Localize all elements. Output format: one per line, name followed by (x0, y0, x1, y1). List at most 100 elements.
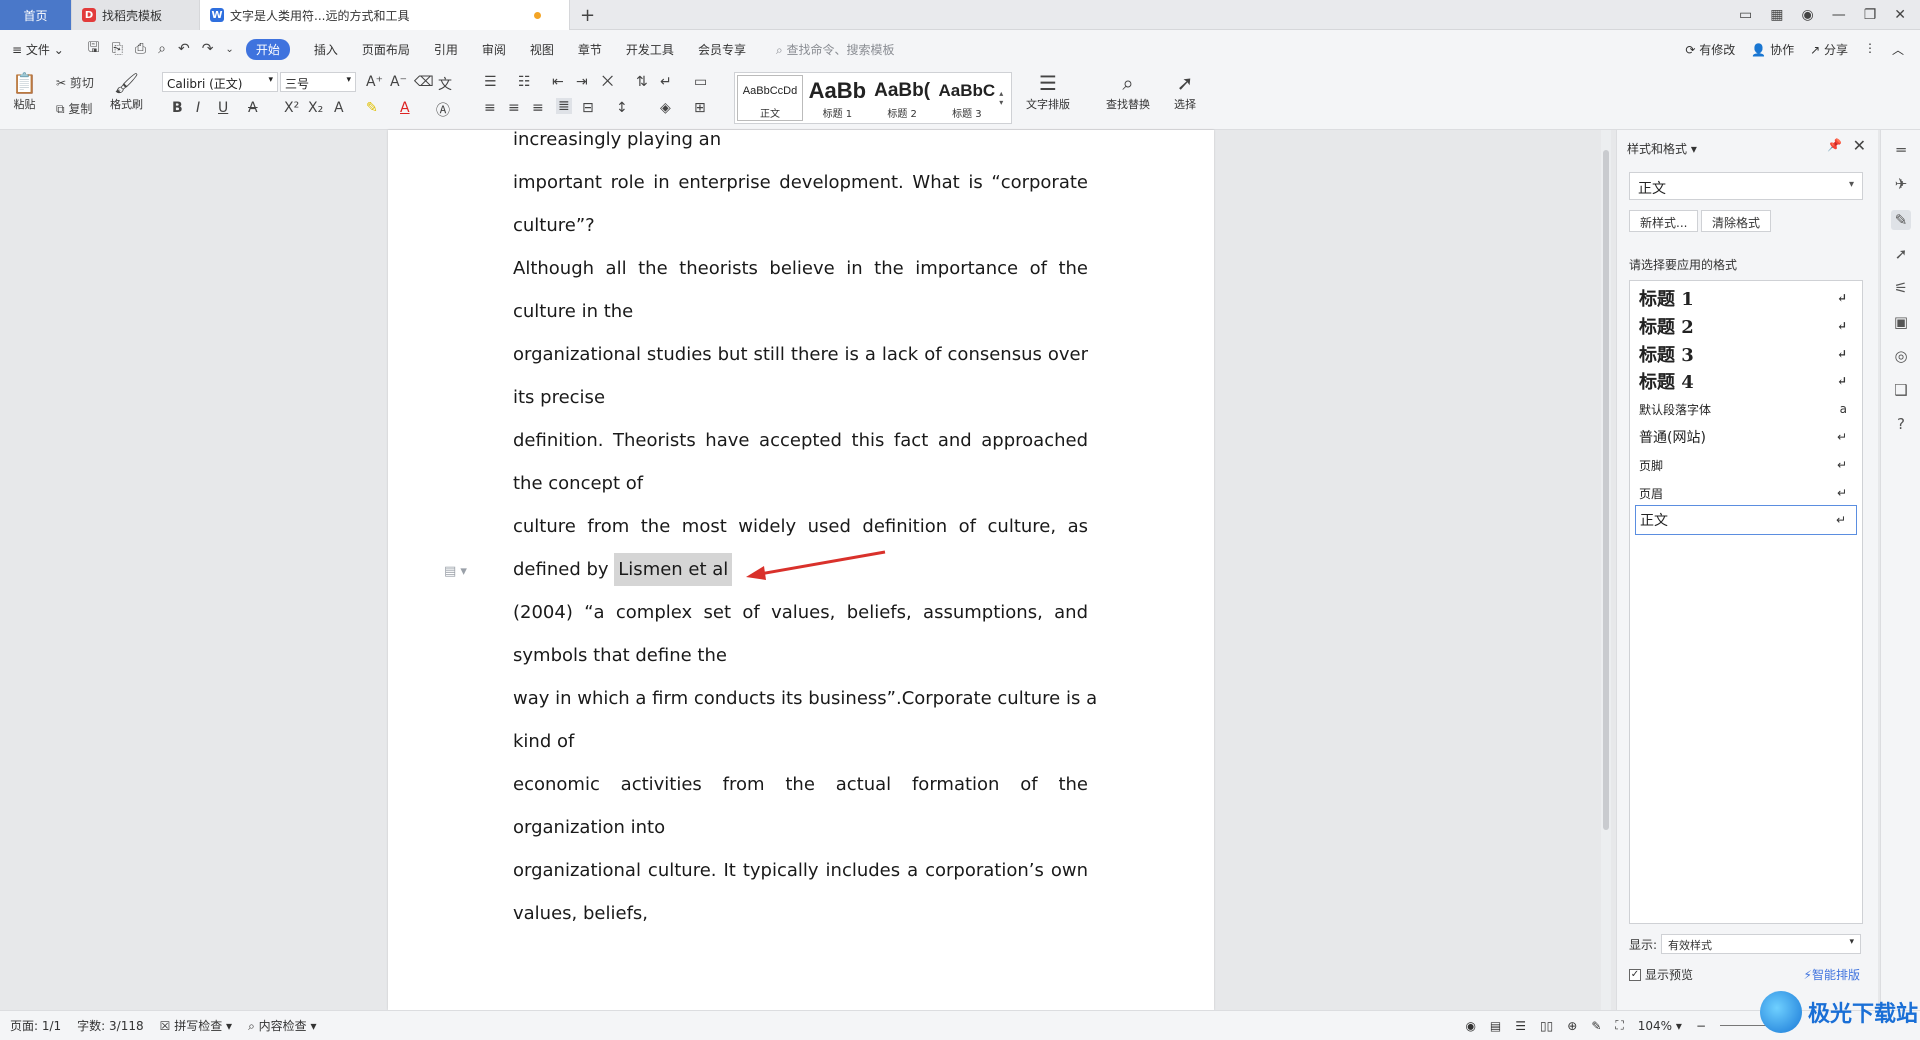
doc-line[interactable]: organization into (513, 806, 1088, 849)
font-name-select[interactable]: Calibri (正文) ▾ (162, 72, 278, 92)
tab-chapter[interactable]: 章节 (578, 41, 602, 58)
save-icon[interactable]: 🖫 (88, 37, 100, 61)
word-count[interactable]: 字数: 3/118 (77, 1017, 143, 1034)
show-filter-select[interactable]: 有效样式 ▾ (1661, 934, 1862, 954)
style-item-footer[interactable]: 页脚 ↵ (1635, 450, 1857, 480)
rocket-icon[interactable]: ✈ (1891, 174, 1911, 194)
tab-references[interactable]: 引用 (434, 41, 458, 58)
help-icon[interactable]: ? (1891, 414, 1911, 434)
doc-line[interactable]: symbols that define the (513, 634, 1088, 677)
tab-view[interactable]: 视图 (530, 41, 554, 58)
read-view-icon[interactable]: ▯▯ (1540, 1019, 1553, 1033)
style-heading-3[interactable]: AaBbC 标题 3 (935, 73, 1000, 123)
char-border-icon[interactable]: Ⓐ (436, 100, 450, 120)
tab-template[interactable]: D 找稻壳模板 (72, 0, 200, 30)
format-painter-button[interactable]: 🖌 格式刷 (110, 70, 143, 112)
doc-line[interactable]: way in which a firm conducts its busines… (513, 677, 1097, 720)
borders-icon[interactable]: ⊞ (694, 100, 706, 116)
file-menu[interactable]: ≡ 文件 ⌄ (12, 41, 64, 58)
content-check-button[interactable]: ⌕ 内容检查 ▾ (248, 1017, 316, 1034)
tab-member[interactable]: 会员专享 (698, 41, 746, 58)
doc-line[interactable]: kind of (513, 720, 1088, 763)
doc-line[interactable]: important role in enterprise development… (513, 161, 1088, 204)
tab-review[interactable]: 审阅 (482, 41, 506, 58)
scrollbar-thumb[interactable] (1603, 150, 1609, 830)
zoom-out-icon[interactable]: − (1696, 1019, 1706, 1033)
eye-protect-icon[interactable]: ◉ (1465, 1019, 1475, 1033)
text-effect-icon[interactable]: A (334, 100, 344, 116)
collaborate-button[interactable]: 👤 协作 (1751, 41, 1794, 58)
modified-button[interactable]: ⟳ 有修改 (1685, 41, 1735, 58)
zoom-level[interactable]: 104% ▾ (1638, 1019, 1682, 1033)
paste-button[interactable]: 📋 粘贴 (12, 70, 37, 112)
show-preview-toggle[interactable]: ✓ 显示预览 (1629, 966, 1693, 983)
vertical-scrollbar[interactable] (1601, 130, 1611, 1010)
style-gallery-scroll[interactable]: ▴ ▾ (999, 73, 1011, 123)
doc-line[interactable]: culture”? (513, 204, 1088, 247)
sliders-icon[interactable]: ⚟ (1891, 278, 1911, 298)
cut-button[interactable]: ✂ 剪切 (56, 74, 94, 91)
command-search[interactable]: ⌕ 查找命令、搜索模板 (776, 41, 895, 58)
new-style-button[interactable]: 新样式... (1629, 210, 1699, 232)
redo-icon[interactable]: ↷ (202, 41, 214, 57)
copy-button[interactable]: ⧉ 复制 (56, 100, 92, 117)
shrink-font-icon[interactable]: A⁻ (390, 74, 407, 90)
undo-icon[interactable]: ↶ (178, 41, 190, 57)
show-marks-icon[interactable]: ↵ (660, 74, 672, 90)
style-item-heading-3[interactable]: 标题 3 ↵ (1635, 339, 1857, 369)
align-center-icon[interactable]: ≡ (508, 100, 520, 116)
numbered-list-icon[interactable]: ☷ (518, 74, 531, 90)
style-item-header[interactable]: 页眉 ↵ (1635, 478, 1857, 508)
chinese-layout-icon[interactable]: ⨉ (602, 74, 613, 90)
minimize-icon[interactable]: — (1832, 7, 1846, 23)
justify-icon[interactable]: ≣ (556, 98, 572, 114)
checkbox-checked-icon[interactable]: ✓ (1629, 968, 1641, 981)
fit-page-icon[interactable]: ⛶ (1615, 1018, 1623, 1033)
pinyin-icon[interactable]: 文 (438, 74, 452, 94)
subscript-icon[interactable]: X₂ (308, 100, 323, 116)
tab-insert[interactable]: 插入 (314, 41, 338, 58)
print-icon[interactable]: ⎙ (135, 41, 146, 57)
write-mode-icon[interactable]: ✎ (1591, 1019, 1601, 1033)
tab-page-layout[interactable]: 页面布局 (362, 41, 410, 58)
customize-icon[interactable]: ⌄ (225, 44, 233, 55)
style-item-normal[interactable]: 正文 ↵ (1635, 505, 1857, 535)
book-icon[interactable]: ❑ (1891, 380, 1911, 400)
share-button[interactable]: ↗ 分享 (1810, 41, 1848, 58)
bold-icon[interactable]: B (172, 100, 183, 116)
text-layout-button[interactable]: ☰ 文字排版 (1026, 70, 1070, 112)
paragraph-handle-icon[interactable]: ▤ ▾ (444, 564, 467, 579)
style-item-heading-2[interactable]: 标题 2 ↵ (1635, 311, 1857, 341)
select-button[interactable]: ➚ 选择 (1174, 70, 1196, 112)
underline-icon[interactable]: U (218, 100, 228, 116)
more-icon[interactable]: ⋮ (1864, 41, 1876, 58)
close-icon[interactable]: ✕ (1853, 136, 1866, 155)
tab-developer[interactable]: 开发工具 (626, 41, 674, 58)
tab-document[interactable]: W 文字是人类用符...远的方式和工具 (200, 0, 570, 30)
restore-icon[interactable]: ❐ (1864, 7, 1877, 23)
doc-line[interactable]: definition. Theorists have accepted this… (513, 419, 1088, 462)
collapse-rail-icon[interactable]: ═ (1891, 140, 1911, 160)
bullet-list-icon[interactable]: ☰ (484, 74, 497, 90)
line-spacing-icon[interactable]: ↕ (616, 100, 628, 116)
image-tool-icon[interactable]: ▣ (1891, 312, 1911, 332)
table-tools-icon[interactable]: ▭ (694, 74, 707, 90)
doc-line[interactable]: culture in the (513, 290, 1088, 333)
grow-font-icon[interactable]: A⁺ (366, 74, 383, 90)
style-item-heading-1[interactable]: 标题 1 ↵ (1635, 283, 1857, 313)
doc-line[interactable]: organizational culture. It typically inc… (513, 849, 1088, 892)
doc-line[interactable]: its precise (513, 376, 1088, 419)
font-color-icon[interactable]: A (400, 100, 410, 116)
doc-line[interactable]: increasingly playing an (513, 118, 1088, 161)
doc-line[interactable]: economic activities from the actual form… (513, 763, 1088, 806)
layout-icon[interactable]: ▭ (1739, 7, 1752, 23)
spell-check-button[interactable]: ☒ 拼写检查 ▾ (160, 1017, 232, 1034)
style-pen-icon[interactable]: ✎ (1891, 210, 1911, 230)
new-tab-button[interactable]: + (570, 0, 605, 30)
find-replace-button[interactable]: ⌕ 查找替换 (1106, 70, 1150, 112)
increase-indent-icon[interactable]: ⇥ (576, 74, 588, 90)
style-heading-2[interactable]: AaBb( 标题 2 (870, 73, 935, 123)
shading-icon[interactable]: ◈ (660, 100, 671, 116)
pin-icon[interactable]: 📌 (1827, 138, 1842, 152)
globe-icon[interactable]: ◎ (1891, 346, 1911, 366)
